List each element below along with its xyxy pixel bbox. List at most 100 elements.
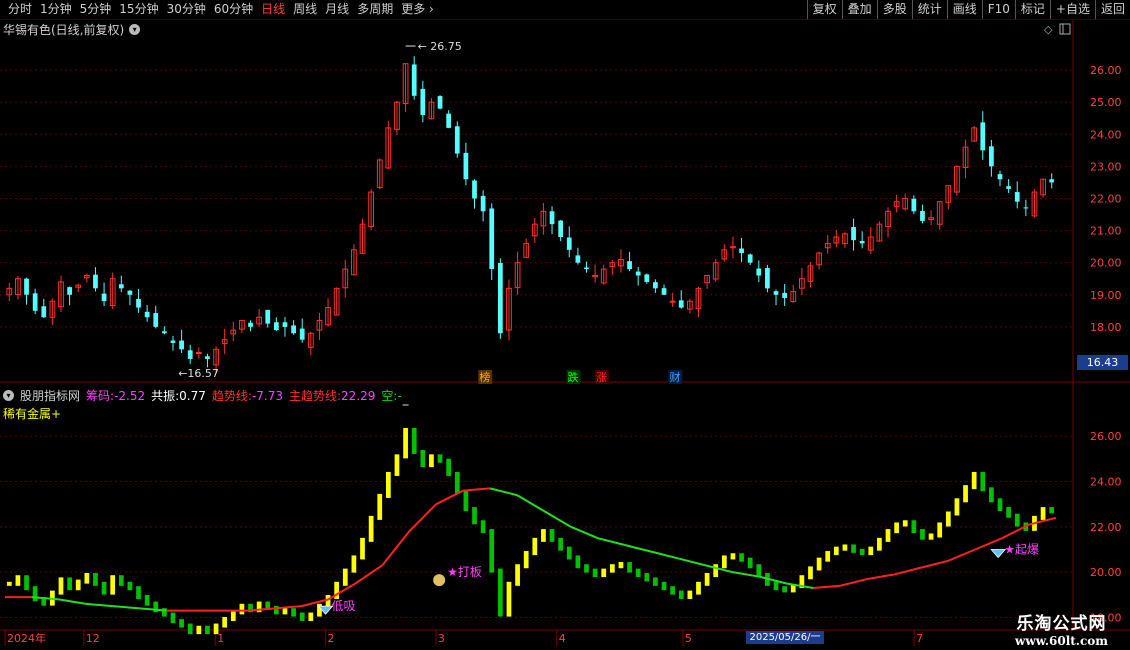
candle-body xyxy=(265,309,271,324)
indicator-bar xyxy=(403,427,408,459)
legend-kong-value: - xyxy=(397,389,402,403)
candle-body xyxy=(747,254,753,263)
indicator-bar xyxy=(859,548,865,556)
candle-body xyxy=(205,356,210,359)
legend-kong: 空:- xyxy=(381,387,401,404)
indicator-bar xyxy=(739,553,744,562)
candle-body xyxy=(299,328,305,340)
indicator-bar xyxy=(127,581,133,591)
trend-line-segment xyxy=(651,550,679,560)
legend-trend-label: 趋势线: xyxy=(211,389,252,403)
price-tick-label: 22.00 xyxy=(1090,192,1122,205)
indicator-bar xyxy=(6,581,12,586)
indicator-bar xyxy=(721,555,727,569)
indicator-bar xyxy=(110,575,116,595)
indicator-bar xyxy=(670,586,676,595)
indicator-bar xyxy=(1040,507,1046,520)
candle-body xyxy=(989,146,994,167)
indicator-bar xyxy=(549,529,555,542)
indicator-bar xyxy=(825,551,831,562)
legend-gongzhen-label: 共振: xyxy=(151,389,180,403)
candle-body xyxy=(41,306,47,318)
candle-body xyxy=(136,298,141,308)
signal-label: ★打板 xyxy=(447,565,482,579)
candle-body xyxy=(1014,192,1020,202)
indicator-bar xyxy=(945,511,951,527)
indicator-bar xyxy=(773,581,779,591)
trend-line-segment xyxy=(58,598,87,605)
indicator-bar xyxy=(713,564,719,578)
trend-line-segment xyxy=(543,510,572,528)
indicator-bar xyxy=(446,458,452,476)
legend-chouma-value: -2.52 xyxy=(114,389,146,403)
indicator-bar xyxy=(653,577,658,586)
trend-line-segment xyxy=(301,598,329,608)
candle-body xyxy=(558,220,564,237)
indicator-bar xyxy=(480,520,486,534)
chevron-down-icon[interactable]: ▾ xyxy=(129,24,141,35)
indicator-bar xyxy=(627,562,632,573)
trend-line-segment xyxy=(327,582,356,601)
indicator-bar xyxy=(937,522,943,538)
candle-body xyxy=(153,313,159,327)
indicator-name: 稀有金属+ xyxy=(3,407,62,421)
indicator-bar xyxy=(84,573,90,584)
candle-body xyxy=(144,311,150,318)
legend-kong-label: 空: xyxy=(381,389,398,403)
candle-body xyxy=(187,350,193,359)
main-chart-title[interactable]: 华锡有色(日线,前复权) ▾ xyxy=(3,21,141,38)
indicator-bar xyxy=(282,608,288,615)
candle-body xyxy=(980,122,986,151)
indicator-bar xyxy=(980,471,986,492)
legend-trend: 趋势线:-7.73 xyxy=(212,387,283,404)
indicator-bar xyxy=(747,557,753,569)
indicator-bar xyxy=(954,498,960,516)
indicator-bar xyxy=(592,568,598,578)
event-marker-1: 跌 xyxy=(568,370,579,384)
indicator-bar xyxy=(661,581,667,591)
crosshair-date: 2025/05/26/一 xyxy=(746,631,824,644)
indicator-bar xyxy=(222,616,228,628)
indicator-bar xyxy=(730,553,736,560)
low-label: ←16.57 xyxy=(178,367,219,380)
legend-main-trend-label: 主趋势线: xyxy=(289,389,342,403)
chevron-down-icon[interactable]: ▾ xyxy=(3,390,14,401)
money-bag-icon xyxy=(433,574,446,587)
indicator-bar xyxy=(489,529,495,573)
indicator-bar xyxy=(136,586,141,599)
candle-body xyxy=(756,268,762,276)
indicator-bar xyxy=(575,555,581,569)
date-tick-label: 5 xyxy=(685,632,692,645)
trend-line-segment xyxy=(678,557,706,567)
indicator-bar xyxy=(15,575,21,586)
indicator-bar xyxy=(704,573,710,586)
candle-body xyxy=(566,237,572,250)
indicator-bar xyxy=(566,546,572,560)
chart-canvas[interactable]: 26.00 25.00 24.00 23.00 22.00 21.00 20.00 19.00… xyxy=(0,0,1130,650)
indicator-bar xyxy=(472,507,477,525)
candle-body xyxy=(859,241,865,244)
candle-body xyxy=(549,211,555,225)
trend-line-segment xyxy=(516,494,545,512)
indicator-bar xyxy=(394,454,400,476)
candle-body xyxy=(911,198,917,212)
candle-body xyxy=(997,174,1003,180)
indicator-bar xyxy=(351,555,357,573)
indicator-bar xyxy=(851,544,856,553)
trend-line-segment xyxy=(463,487,491,492)
candle-body xyxy=(627,261,632,270)
trend-line-segment xyxy=(867,573,895,580)
candle-body xyxy=(480,195,486,212)
candle-body xyxy=(454,126,460,154)
indicator-bar xyxy=(515,564,520,586)
indicator-bar xyxy=(385,471,391,498)
price-tick-label: 20.00 xyxy=(1090,257,1122,270)
trend-line-segment xyxy=(732,571,760,578)
candle-body xyxy=(661,288,667,295)
trend-line-segment xyxy=(570,525,599,540)
date-tick-label: 1 xyxy=(217,632,224,645)
indicator-bar xyxy=(144,594,150,606)
price-tick-label: 26.00 xyxy=(1090,64,1122,77)
trend-line-segment xyxy=(624,544,653,553)
indicator-bar xyxy=(411,427,417,454)
